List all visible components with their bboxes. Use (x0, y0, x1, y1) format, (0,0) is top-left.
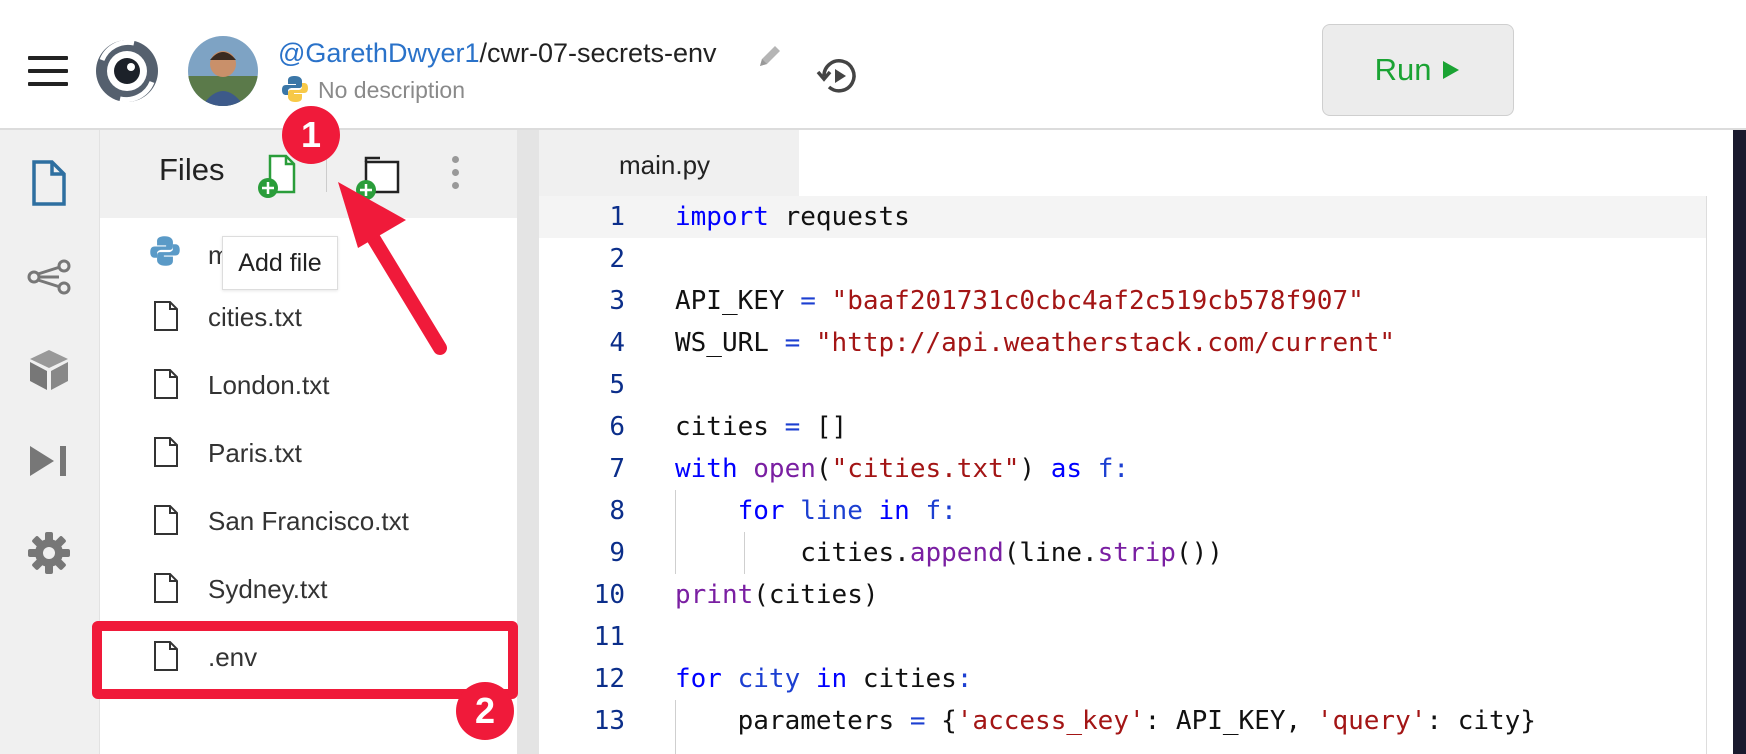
packages-icon[interactable] (24, 344, 74, 394)
tab-label: main.py (619, 150, 711, 180)
code-text: API_KEY = "baaf201731c0cbc4af2c519cb578f… (675, 286, 1364, 316)
file-item-london-txt[interactable]: London.txt (100, 358, 517, 418)
line-number: 4 (609, 328, 625, 358)
line-number: 12 (593, 664, 625, 694)
files-icon[interactable] (24, 158, 74, 208)
history-icon[interactable] (816, 54, 860, 98)
repl-name: /cwr-07-secrets-env (479, 38, 717, 68)
line-number: 7 (609, 454, 625, 484)
indent-guide (744, 532, 745, 574)
line-number: 9 (609, 538, 625, 568)
code-text: print(cities) (675, 580, 879, 610)
tab-main-py[interactable]: main.py (539, 130, 799, 196)
repl-title[interactable]: @GarethDwyer1/cwr-07-secrets-env (278, 38, 717, 69)
line-number: 13 (593, 706, 625, 736)
run-label: Run (1374, 52, 1432, 87)
code-text: cities = [] (675, 412, 848, 442)
code-text: for city in cities: (675, 664, 973, 694)
env-file-highlight (92, 621, 518, 699)
file-label: Paris.txt (208, 438, 302, 468)
python-file-icon (150, 236, 180, 266)
indent-guide (675, 490, 676, 574)
line-number: 10 (593, 580, 625, 610)
file-label: London.txt (208, 370, 330, 400)
line-number: 11 (593, 622, 625, 652)
file-label: Sydney.txt (208, 574, 328, 604)
code-text: import requests (675, 202, 910, 232)
file-item-paris-txt[interactable]: Paris.txt (100, 426, 517, 486)
avatar[interactable] (188, 36, 258, 106)
hamburger-menu-icon[interactable] (28, 56, 68, 86)
line-number: 3 (609, 286, 625, 316)
add-file-tooltip: Add file (222, 236, 338, 290)
file-label: cities.txt (208, 302, 302, 332)
code-line[interactable]: 2 (539, 238, 1707, 280)
annotation-arrow-icon (338, 182, 447, 355)
code-line[interactable]: 4 WS_URL = "http://api.weatherstack.com/c… (539, 322, 1707, 364)
file-item-san-francisco-txt[interactable]: San Francisco.txt (100, 494, 517, 554)
repl-description[interactable]: No description (318, 77, 465, 104)
file-icon (154, 573, 178, 603)
code-line[interactable]: 6 cities = [] (539, 406, 1707, 448)
code-editor[interactable]: main.py 1 import requests 2 3 API_KEY = "b… (539, 130, 1707, 754)
line-number: 5 (609, 370, 625, 400)
replit-logo-icon[interactable] (94, 38, 160, 104)
line-number: 1 (609, 202, 625, 232)
panel-resize-handle[interactable] (517, 130, 539, 754)
repl-owner-link[interactable]: @GarethDwyer1 (278, 38, 479, 68)
header-divider (326, 156, 327, 192)
code-line[interactable]: 9 cities.append(line.strip()) (539, 532, 1707, 574)
file-label: San Francisco.txt (208, 506, 409, 536)
debugger-icon[interactable] (24, 436, 74, 486)
code-text: with open("cities.txt") as f: (675, 454, 1129, 484)
tabbar-empty-area (799, 130, 1707, 196)
file-icon (154, 301, 178, 331)
code-text: WS_URL = "http://api.weatherstack.com/cu… (675, 328, 1396, 358)
pencil-icon[interactable] (756, 42, 784, 70)
code-line[interactable]: 8 for line in f: (539, 490, 1707, 532)
code-line[interactable]: 12 for city in cities: (539, 658, 1707, 700)
code-line[interactable]: 5 (539, 364, 1707, 406)
code-line[interactable]: 11 (539, 616, 1707, 658)
code-text: for line in f: (737, 496, 957, 526)
code-area[interactable]: 1 import requests 2 3 API_KEY = "baaf20173… (539, 196, 1707, 754)
line-number: 6 (609, 412, 625, 442)
code-text: parameters = {'access_key': API_KEY, 'qu… (675, 706, 1536, 736)
left-sidebar-rail (0, 130, 100, 754)
annotation-badge-1: 1 (282, 106, 340, 164)
line-number: 8 (609, 496, 625, 526)
file-icon (154, 437, 178, 467)
share-icon[interactable] (24, 252, 74, 302)
right-pane-edge (1733, 130, 1746, 754)
settings-icon[interactable] (24, 528, 74, 578)
workspace-header: @GarethDwyer1/cwr-07-secrets-env No desc… (0, 0, 1746, 130)
line-number: 2 (609, 244, 625, 274)
file-item-sydney-txt[interactable]: Sydney.txt (100, 562, 517, 622)
indent-guide (675, 700, 676, 754)
files-title: Files (159, 152, 225, 187)
run-button[interactable]: Run (1322, 24, 1514, 116)
code-line[interactable]: 10 print(cities) (539, 574, 1707, 616)
editor-scrollbar[interactable] (1706, 196, 1707, 754)
file-icon (154, 369, 178, 399)
file-icon (154, 505, 178, 535)
annotation-badge-2: 2 (456, 682, 514, 740)
code-text: cities.append(line.strip()) (675, 538, 1223, 568)
editor-tabbar: main.py (539, 130, 1707, 196)
play-icon (1443, 61, 1460, 79)
code-line[interactable]: 7 with open("cities.txt") as f: (539, 448, 1707, 490)
code-line[interactable]: 13 parameters = {'access_key': API_KEY, … (539, 700, 1707, 742)
python-icon (282, 76, 308, 102)
code-line[interactable]: 3 API_KEY = "baaf201731c0cbc4af2c519cb578… (539, 280, 1707, 322)
code-line[interactable]: 1 import requests (539, 196, 1707, 238)
